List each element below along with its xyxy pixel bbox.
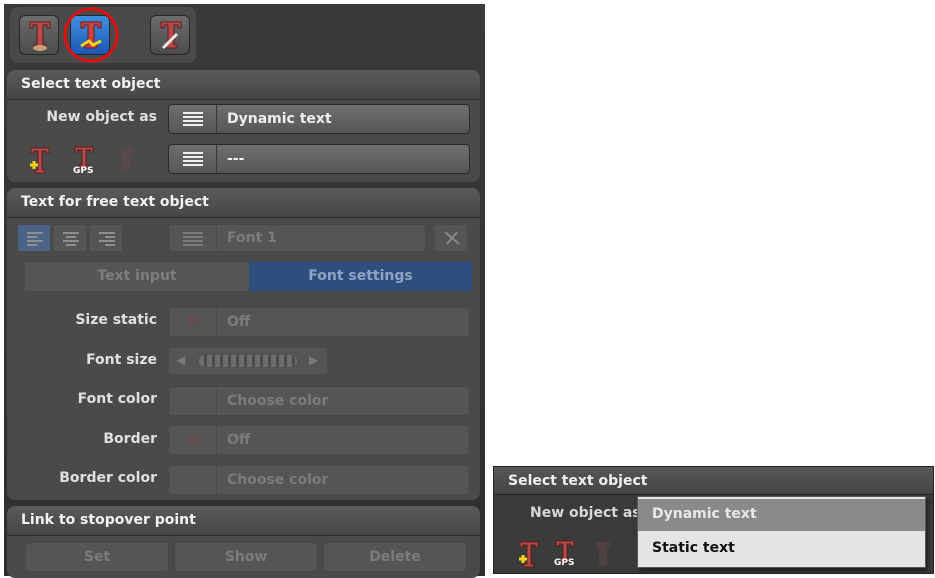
align-center-icon [63, 232, 79, 248]
border-toggle[interactable]: ✕ Off [168, 425, 470, 455]
align-center-button[interactable] [53, 224, 87, 252]
right-section-header: Select text object [494, 467, 933, 495]
text-settings-tool-button[interactable] [150, 15, 190, 55]
align-left-icon [27, 232, 43, 248]
arrow-right-icon[interactable]: ▶ [309, 353, 318, 367]
font-value: Font 1 [227, 230, 277, 246]
section-title: Select text object [508, 473, 648, 489]
text-edit-tool-button[interactable] [70, 15, 110, 55]
section-title: Text for free text object [7, 188, 480, 218]
gps-label: GPS [73, 166, 94, 176]
size-slider-track[interactable] [199, 355, 297, 367]
text-object-dropdown[interactable]: --- [168, 144, 470, 174]
text-t-icon [29, 21, 51, 51]
size-static-label: Size static [75, 312, 157, 328]
delete-text-icon[interactable] [590, 539, 616, 569]
delete-text-icon[interactable] [113, 145, 139, 175]
border-color-value: Choose color [227, 472, 329, 488]
font-size-stepper[interactable]: ◀ ▶ [168, 347, 328, 375]
x-icon: ✕ [185, 428, 202, 452]
delete-button[interactable]: Delete [323, 542, 467, 572]
gps-label: GPS [554, 558, 575, 568]
font-tools-button[interactable] [434, 224, 468, 252]
new-object-dropdown[interactable]: Dynamic text [168, 104, 470, 134]
tab-text-input[interactable]: Text input [25, 262, 249, 291]
font-dropdown[interactable]: Font 1 [168, 224, 426, 253]
add-text-icon[interactable] [516, 539, 542, 569]
show-button[interactable]: Show [174, 542, 318, 572]
text-edit-icon [80, 21, 102, 49]
font-size-label: Font size [86, 352, 157, 368]
border-value: Off [227, 432, 251, 448]
list-menu-icon [183, 232, 203, 246]
object-type-dropdown-menu: Dynamic text Static text [637, 496, 926, 568]
border-label: Border [103, 431, 157, 447]
set-button[interactable]: Set [25, 542, 169, 572]
toolbar [10, 7, 196, 63]
text-object-tool-button[interactable] [19, 15, 59, 55]
align-right-icon [99, 232, 115, 248]
new-object-label: New object as [530, 505, 641, 521]
free-text-section: Text for free text object Font 1 Text in… [7, 188, 480, 500]
size-static-value: Off [227, 314, 251, 330]
section-title: Link to stopover point [7, 506, 480, 536]
select-text-object-section: Select text object New object as Dynamic… [7, 70, 480, 182]
list-menu-icon [183, 152, 203, 166]
list-menu-icon [183, 112, 203, 126]
arrow-left-icon[interactable]: ◀ [176, 353, 185, 367]
border-color-label: Border color [59, 470, 157, 486]
tab-font-settings[interactable]: Font settings [249, 262, 472, 291]
dropdown-option-static-text[interactable]: Static text [638, 533, 925, 565]
tools-icon [444, 231, 460, 245]
font-color-value: Choose color [227, 393, 329, 409]
text-tools-icon [160, 21, 182, 50]
border-color-picker[interactable]: Choose color [168, 465, 470, 495]
size-static-toggle[interactable]: ✕ Off [168, 307, 470, 337]
left-panel: Select text object New object as Dynamic… [4, 4, 485, 578]
x-icon: ✕ [185, 310, 202, 334]
text-object-value: --- [227, 151, 245, 167]
dropdown-option-dynamic-text[interactable]: Dynamic text [638, 499, 925, 531]
font-color-picker[interactable]: Choose color [168, 386, 470, 416]
new-object-value: Dynamic text [227, 111, 332, 127]
section-title: Select text object [7, 70, 480, 100]
align-right-button[interactable] [89, 224, 123, 252]
new-object-label: New object as [46, 109, 157, 125]
align-left-button[interactable] [17, 224, 51, 252]
link-stopover-section: Link to stopover point Set Show Delete [7, 506, 480, 578]
add-text-icon[interactable] [27, 145, 53, 175]
font-color-label: Font color [77, 391, 157, 407]
